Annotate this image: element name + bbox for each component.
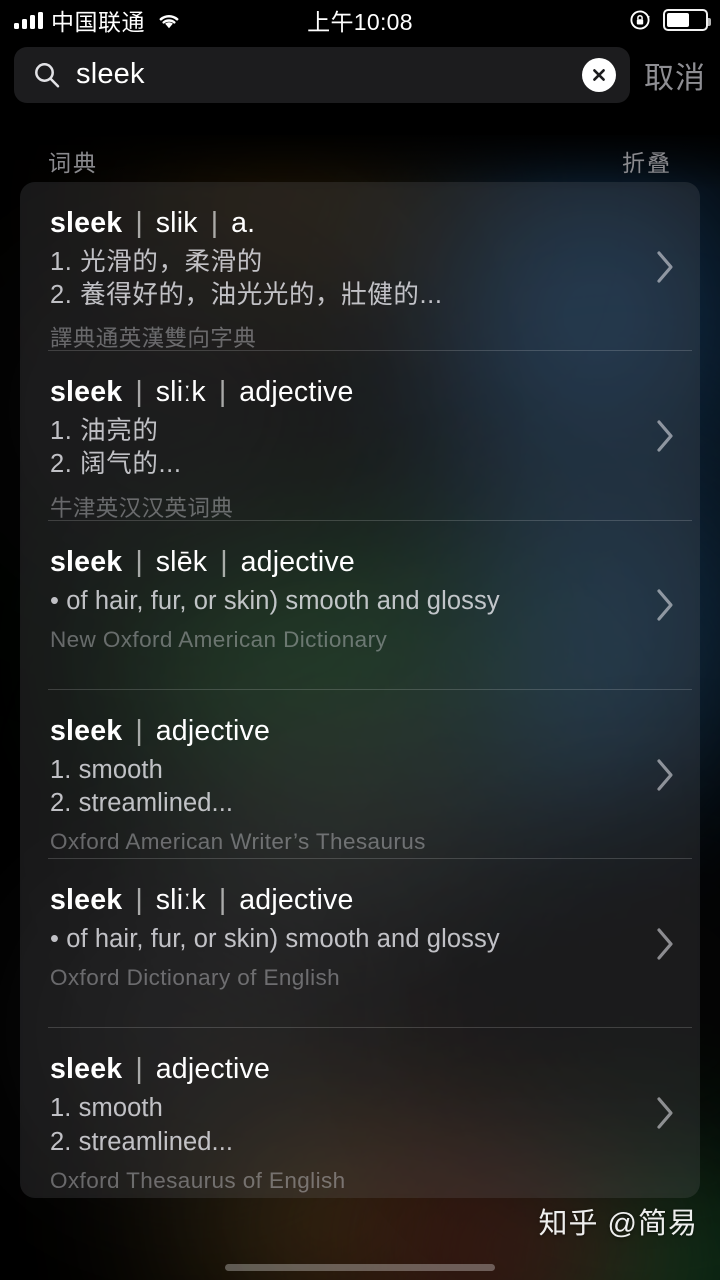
collapse-button[interactable]: 折叠 <box>622 144 672 178</box>
dictionary-result-row[interactable]: sleek | sliːk | adjective • of hair, fur… <box>20 859 700 1029</box>
clear-search-button[interactable] <box>582 58 616 92</box>
part-of-speech: adjective <box>239 884 354 917</box>
dictionary-results-card: sleek | slik | a. 1. 光滑的，柔滑的 2. 養得好的，油光光… <box>20 182 700 1198</box>
headword-line: sleek | adjective <box>50 1053 640 1086</box>
status-bar-clock: 上午10:08 <box>307 9 413 35</box>
sense-line: 2. streamlined... <box>50 1127 234 1156</box>
headword-line: sleek | sliːk | adjective <box>50 884 640 917</box>
sense-line: 2. streamlined... <box>50 789 234 818</box>
section-title: 词典 <box>48 150 98 176</box>
headword: sleek <box>50 376 123 409</box>
chevron-right-icon[interactable] <box>656 588 676 622</box>
part-of-speech: adjective <box>155 714 271 747</box>
headword-separator: | <box>135 376 143 409</box>
dictionary-result-row[interactable]: sleek | slik | a. 1. 光滑的，柔滑的 2. 養得好的，油光光… <box>20 182 700 352</box>
headword-separator: | <box>135 884 143 917</box>
pronunciation: sliːk <box>155 884 206 917</box>
sense-line: • of hair, fur, or skin) smooth and glos… <box>50 586 500 615</box>
dictionary-result-row[interactable]: sleek | adjective 1. smooth 2. streamlin… <box>20 690 700 860</box>
dictionary-result-row[interactable]: sleek | slēk | adjective • of hair, fur,… <box>20 521 700 690</box>
headword-separator: | <box>220 545 228 578</box>
sense-line: 1. smooth <box>50 1094 163 1123</box>
dictionary-source: Oxford American Writer’s Thesaurus <box>50 829 426 855</box>
phone-screen: 中国联通 上午10:08 sleek 取消 词典 折叠 sleek | slik… <box>0 0 720 1280</box>
chevron-right-icon[interactable] <box>656 758 676 792</box>
headword: sleek <box>50 1053 123 1086</box>
headword-line: sleek | slēk | adjective <box>50 546 640 579</box>
status-bar: 中国联通 上午10:08 <box>0 0 720 40</box>
watermark: 知乎 @简易 <box>538 1208 698 1240</box>
rotation-lock-icon <box>630 10 650 30</box>
headword-separator: | <box>218 376 227 409</box>
headword-line: sleek | adjective <box>50 715 640 748</box>
pronunciation: slik <box>155 207 198 239</box>
pronunciation: slēk <box>155 545 208 578</box>
headword-separator: | <box>135 207 143 239</box>
headword: sleek <box>50 714 123 747</box>
dictionary-result-row[interactable]: sleek | sliːk | adjective 1. 油亮的 2. 阔气的.… <box>20 351 700 521</box>
search-bar: sleek 取消 <box>0 46 720 104</box>
headword: sleek <box>50 545 123 578</box>
dictionary-source: Oxford Dictionary of English <box>50 965 341 991</box>
headword-separator: | <box>135 1053 143 1086</box>
part-of-speech: adjective <box>239 376 354 409</box>
pronunciation: sliːk <box>155 376 206 409</box>
dictionary-source: 牛津英汉汉英词典 <box>50 495 234 521</box>
sense-line: 1. 油亮的 <box>50 417 159 446</box>
chevron-right-icon[interactable] <box>656 250 676 284</box>
sense-line: 1. smooth <box>50 755 163 784</box>
dictionary-source: 譯典通英漢雙向字典 <box>50 326 257 352</box>
sense-line: 1. 光滑的，柔滑的 <box>50 248 263 276</box>
search-input-value: sleek <box>76 57 145 90</box>
part-of-speech: adjective <box>240 545 355 578</box>
sense-line: 2. 阔气的... <box>50 450 182 479</box>
home-indicator[interactable] <box>225 1264 495 1271</box>
section-header: 词典 折叠 <box>0 140 720 182</box>
headword: sleek <box>50 207 123 239</box>
chevron-right-icon[interactable] <box>656 419 676 453</box>
headword-separator: | <box>210 207 219 239</box>
headword-line: sleek | sliːk | adjective <box>50 376 640 409</box>
clear-circle-icon <box>593 69 605 81</box>
headword-separator: | <box>135 545 143 578</box>
part-of-speech: adjective <box>155 1053 271 1086</box>
dictionary-source: New Oxford American Dictionary <box>50 626 388 652</box>
headword-separator: | <box>135 714 143 747</box>
chevron-right-icon[interactable] <box>656 1096 676 1130</box>
headword: sleek <box>50 884 123 917</box>
sense-line: • of hair, fur, or skin) smooth and glos… <box>50 925 500 954</box>
dictionary-result-row[interactable]: sleek | adjective 1. smooth 2. streamlin… <box>20 1028 700 1197</box>
search-icon <box>35 63 60 88</box>
headword-separator: | <box>218 884 227 917</box>
sense-line: 2. 養得好的，油光光的，壯健的... <box>50 281 443 310</box>
cancel-button[interactable]: 取消 <box>644 53 706 97</box>
battery-fill <box>667 13 689 27</box>
dictionary-source: Oxford Thesaurus of English <box>50 1167 346 1193</box>
part-of-speech: a. <box>231 207 256 239</box>
search-input[interactable]: sleek <box>14 47 630 103</box>
headword-line: sleek | slik | a. <box>50 207 640 240</box>
status-bar-right <box>629 8 711 32</box>
battery-icon <box>663 9 711 31</box>
chevron-right-icon[interactable] <box>656 927 676 961</box>
